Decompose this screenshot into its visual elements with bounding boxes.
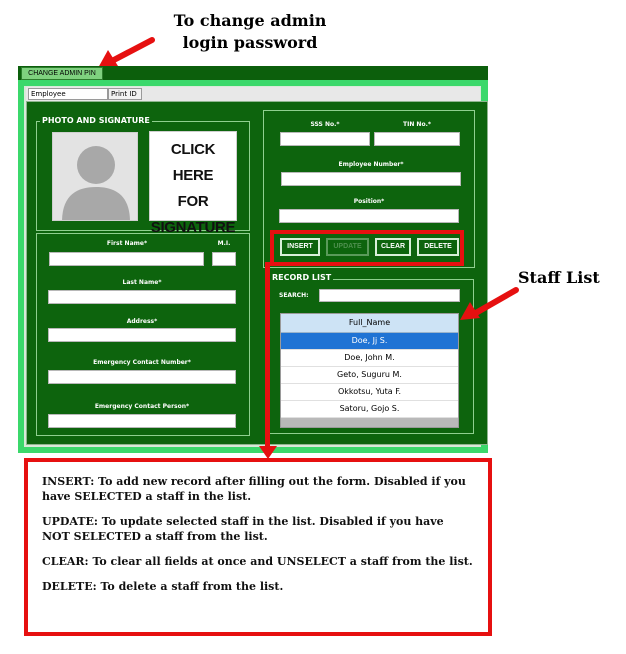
address-label: Address*: [126, 318, 158, 325]
delete-description: DELETE: To delete a staff from the list.: [42, 580, 284, 593]
address-input[interactable]: [48, 328, 236, 342]
arrow-icon: [98, 37, 155, 68]
clear-button[interactable]: CLEAR: [375, 238, 411, 256]
first-name-input[interactable]: [49, 252, 204, 266]
emergency-person-input[interactable]: [48, 414, 236, 428]
arrow-icon: [460, 287, 519, 320]
tin-input[interactable]: [374, 132, 460, 146]
emergency-number-label: Emergency Contact Number*: [93, 359, 191, 366]
tin-label: TIN No.*: [403, 121, 431, 128]
staff-list-annotation: Staff List: [518, 268, 600, 287]
update-description: UPDATE: To update selected staff in the …: [42, 515, 444, 543]
admin-note-line1: To change admin: [173, 11, 327, 30]
column-header-full-name[interactable]: Full_Name: [281, 314, 458, 333]
position-label: Position*: [353, 198, 385, 205]
emergency-number-input[interactable]: [48, 370, 236, 384]
search-label: SEARCH:: [279, 292, 309, 299]
employee-number-label: Employee Number*: [338, 161, 404, 168]
employee-number-input[interactable]: [281, 172, 461, 186]
photo-signature-legend: PHOTO AND SIGNATURE: [40, 116, 152, 126]
change-admin-pin-button[interactable]: CHANGE ADMIN PIN: [21, 67, 103, 80]
position-input[interactable]: [279, 209, 459, 223]
staff-list-grid[interactable]: Full_Name Doe, Jj S. Doe, John M. Geto, …: [280, 313, 459, 428]
search-input[interactable]: [319, 289, 460, 302]
signature-box[interactable]: CLICK HERE FOR SIGNATURE: [149, 131, 237, 236]
last-name-input[interactable]: [48, 290, 236, 304]
table-row[interactable]: Doe, John M.: [281, 350, 458, 367]
table-row[interactable]: Satoru, Gojo S.: [281, 401, 458, 418]
table-row[interactable]: Okkotsu, Yuta F.: [281, 384, 458, 401]
employee-photo[interactable]: [52, 132, 138, 221]
table-row[interactable]: Geto, Suguru M.: [281, 367, 458, 384]
person-placeholder-icon: [53, 133, 137, 220]
record-list-legend: RECORD LIST: [270, 273, 334, 283]
clear-description: CLEAR: To clear all fields at once and U…: [42, 555, 473, 568]
insert-button[interactable]: INSERT: [280, 238, 320, 256]
sss-label: SSS No.*: [310, 121, 340, 128]
admin-pin-annotation: To change admin login password: [150, 10, 350, 54]
mi-input[interactable]: [212, 252, 236, 266]
tab-employee-information[interactable]: Employee Information: [28, 88, 108, 109]
connector-line: [265, 262, 270, 452]
tab-print-id[interactable]: Print ID: [108, 88, 142, 100]
sss-input[interactable]: [280, 132, 370, 146]
delete-button[interactable]: DELETE: [417, 238, 459, 256]
mi-label: M.I.: [217, 240, 231, 247]
emergency-person-label: Emergency Contact Person*: [94, 403, 190, 410]
update-button[interactable]: UPDATE: [326, 238, 369, 256]
insert-description: INSERT: To add new record after filling …: [42, 475, 466, 503]
admin-note-line2: login password: [182, 33, 318, 52]
button-descriptions-box: INSERT: To add new record after filling …: [24, 458, 492, 636]
first-name-label: First Name*: [106, 240, 148, 247]
table-row[interactable]: Doe, Jj S.: [281, 333, 458, 350]
last-name-label: Last Name*: [122, 279, 162, 286]
